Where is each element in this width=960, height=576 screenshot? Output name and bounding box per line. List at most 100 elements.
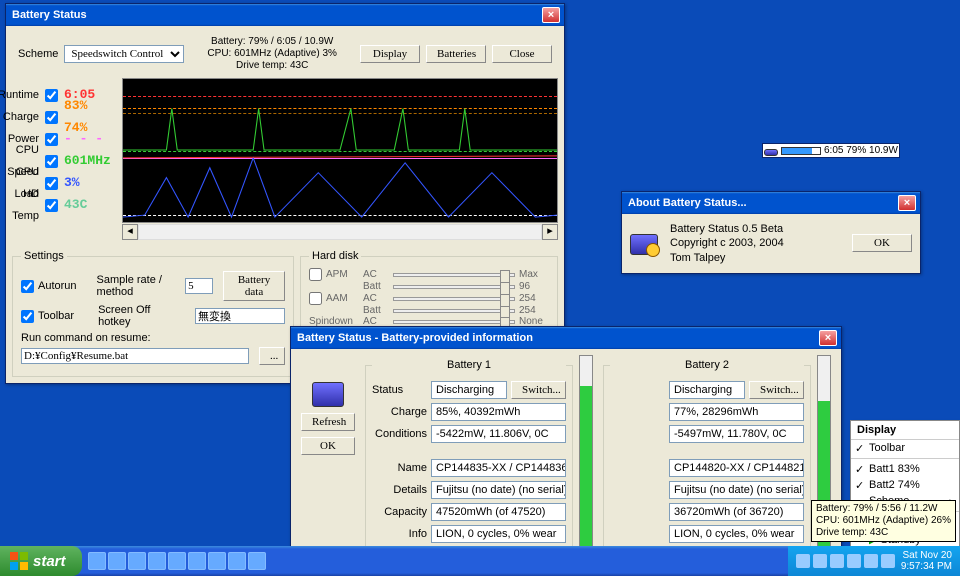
power-value: - - - [64, 128, 114, 150]
cpuload-checkbox[interactable] [45, 177, 58, 190]
cpuspeed-checkbox[interactable] [45, 155, 58, 168]
aam-batt-slider[interactable] [393, 309, 515, 313]
b2-info: LION, 0 cycles, 0% wear [669, 525, 804, 543]
b1-charge: 85%, 40392mWh [431, 403, 566, 421]
screenoff-hotkey-input[interactable] [195, 308, 285, 324]
b2-switch-button[interactable]: Switch... [749, 381, 804, 399]
b1-conditions: -5422mW, 11.806V, 0C [431, 425, 566, 443]
graph-scrollbar[interactable]: ◂ ▸ [122, 224, 558, 240]
apm-checkbox[interactable]: APM [309, 268, 359, 281]
window-title: Battery Status [12, 9, 542, 21]
scheme-select[interactable]: Speedswitch Control [64, 45, 184, 63]
b2-charge: 77%, 28296mWh [669, 403, 804, 421]
hdtemp-checkbox[interactable] [45, 199, 58, 212]
browse-button[interactable]: ... [259, 347, 285, 365]
b1-switch-button[interactable]: Switch... [511, 381, 566, 399]
close-icon[interactable]: × [898, 195, 916, 211]
b1-capacity: 47520mWh (of 47520) [431, 503, 566, 521]
tray-icon[interactable] [881, 554, 895, 568]
refresh-button[interactable]: Refresh [301, 413, 355, 431]
scroll-left-icon[interactable]: ◂ [122, 224, 138, 240]
battery-2-group: Battery 2 xDischargingSwitch... 77%, 282… [603, 359, 811, 554]
apm-ac-slider[interactable] [393, 273, 515, 277]
cpuload-value: 3% [64, 172, 114, 194]
battery-1-group: Battery 1 StatusDischargingSwitch... Cha… [365, 359, 573, 554]
aam-checkbox[interactable]: AAM [309, 292, 359, 305]
close-button[interactable]: Close [492, 45, 552, 63]
ql-icon[interactable] [228, 552, 246, 570]
b2-conditions: -5497mW, 11.780V, 0C [669, 425, 804, 443]
b1-info: LION, 0 cycles, 0% wear [431, 525, 566, 543]
battery-icon [312, 379, 344, 407]
ql-icon[interactable] [88, 552, 106, 570]
resume-command-input[interactable] [21, 348, 249, 364]
apm-batt-slider[interactable] [393, 285, 515, 289]
close-icon[interactable]: × [542, 7, 560, 23]
window-title: About Battery Status... [628, 197, 898, 209]
ql-icon[interactable] [108, 552, 126, 570]
tray-icon[interactable] [847, 554, 861, 568]
clock[interactable]: Sat Nov 209:57:34 PM [901, 550, 952, 572]
b2-name: CP144820-XX / CP144821-XX [669, 459, 804, 477]
hdtemp-value: 43C [64, 194, 114, 216]
windows-logo-icon [10, 552, 28, 570]
power-checkbox[interactable] [45, 133, 58, 146]
tray-icon[interactable] [830, 554, 844, 568]
cpuspeed-value: 601MHz [64, 150, 114, 172]
about-text: Battery Status 0.5 BetaCopyright c 2003,… [670, 222, 840, 265]
tray-menu: Display Toolbar Batt1 83% Batt2 74% Sche… [850, 420, 960, 566]
b2-status: Discharging [669, 381, 745, 399]
quick-launch [82, 552, 272, 570]
runtime-checkbox[interactable] [45, 89, 58, 102]
menu-batt1[interactable]: Batt1 83% [851, 461, 959, 477]
scheme-label: Scheme [18, 48, 58, 60]
titlebar[interactable]: About Battery Status... × [622, 192, 920, 214]
menu-header: Display [851, 421, 959, 440]
gear-icon [646, 243, 660, 257]
tray-tooltip: Battery: 79% / 5:56 / 11.2WCPU: 601MHz (… [811, 500, 956, 542]
battery-icon [630, 231, 658, 255]
start-button[interactable]: start [0, 546, 82, 576]
ql-icon[interactable] [208, 552, 226, 570]
mini-toolbar[interactable]: 6:05 79% 10.9W [762, 143, 900, 158]
menu-toolbar[interactable]: Toolbar [851, 440, 959, 456]
system-tray: Sat Nov 209:57:34 PM [788, 546, 960, 576]
tray-icon[interactable] [813, 554, 827, 568]
display-button[interactable]: Display [360, 45, 420, 63]
sample-rate-input[interactable] [185, 278, 213, 294]
b1-charge-bar [579, 355, 593, 554]
titlebar[interactable]: Battery Status - Battery-provided inform… [291, 327, 841, 349]
ql-icon[interactable] [168, 552, 186, 570]
ql-icon[interactable] [148, 552, 166, 570]
close-icon[interactable]: × [819, 330, 837, 346]
scroll-right-icon[interactable]: ▸ [542, 224, 558, 240]
spin-ac-slider[interactable] [393, 320, 515, 324]
batteries-button[interactable]: Batteries [426, 45, 486, 63]
b2-details: Fujitsu (no date) (no serial) [669, 481, 804, 499]
mini-text: 6:05 79% 10.9W [824, 145, 898, 156]
autorun-checkbox[interactable]: Autorun [21, 280, 77, 293]
b2-capacity: 36720mWh (of 36720) [669, 503, 804, 521]
battery-data-button[interactable]: Battery data [223, 271, 285, 301]
toolbar-checkbox[interactable]: Toolbar [21, 310, 74, 323]
mini-charge-bar [781, 147, 821, 155]
tray-icon[interactable] [864, 554, 878, 568]
tray-icon[interactable] [796, 554, 810, 568]
charge-checkbox[interactable] [45, 111, 58, 124]
battery-info-window: Battery Status - Battery-provided inform… [290, 326, 842, 561]
window-title: Battery Status - Battery-provided inform… [297, 332, 819, 344]
ql-icon[interactable] [128, 552, 146, 570]
aam-ac-slider[interactable] [393, 297, 515, 301]
titlebar[interactable]: Battery Status × [6, 4, 564, 26]
metrics-graph [122, 78, 558, 223]
ok-button[interactable]: OK [301, 437, 355, 455]
ql-icon[interactable] [188, 552, 206, 570]
about-ok-button[interactable]: OK [852, 234, 912, 252]
about-window: About Battery Status... × Battery Status… [621, 191, 921, 274]
b1-details: Fujitsu (no date) (no serial) [431, 481, 566, 499]
menu-batt2[interactable]: Batt2 74% [851, 477, 959, 493]
taskbar: start Sat Nov 209:57:34 PM [0, 546, 960, 576]
ql-icon[interactable] [248, 552, 266, 570]
battery-icon [764, 146, 778, 156]
settings-group: Settings Autorun Sample rate / method Ba… [12, 250, 294, 377]
